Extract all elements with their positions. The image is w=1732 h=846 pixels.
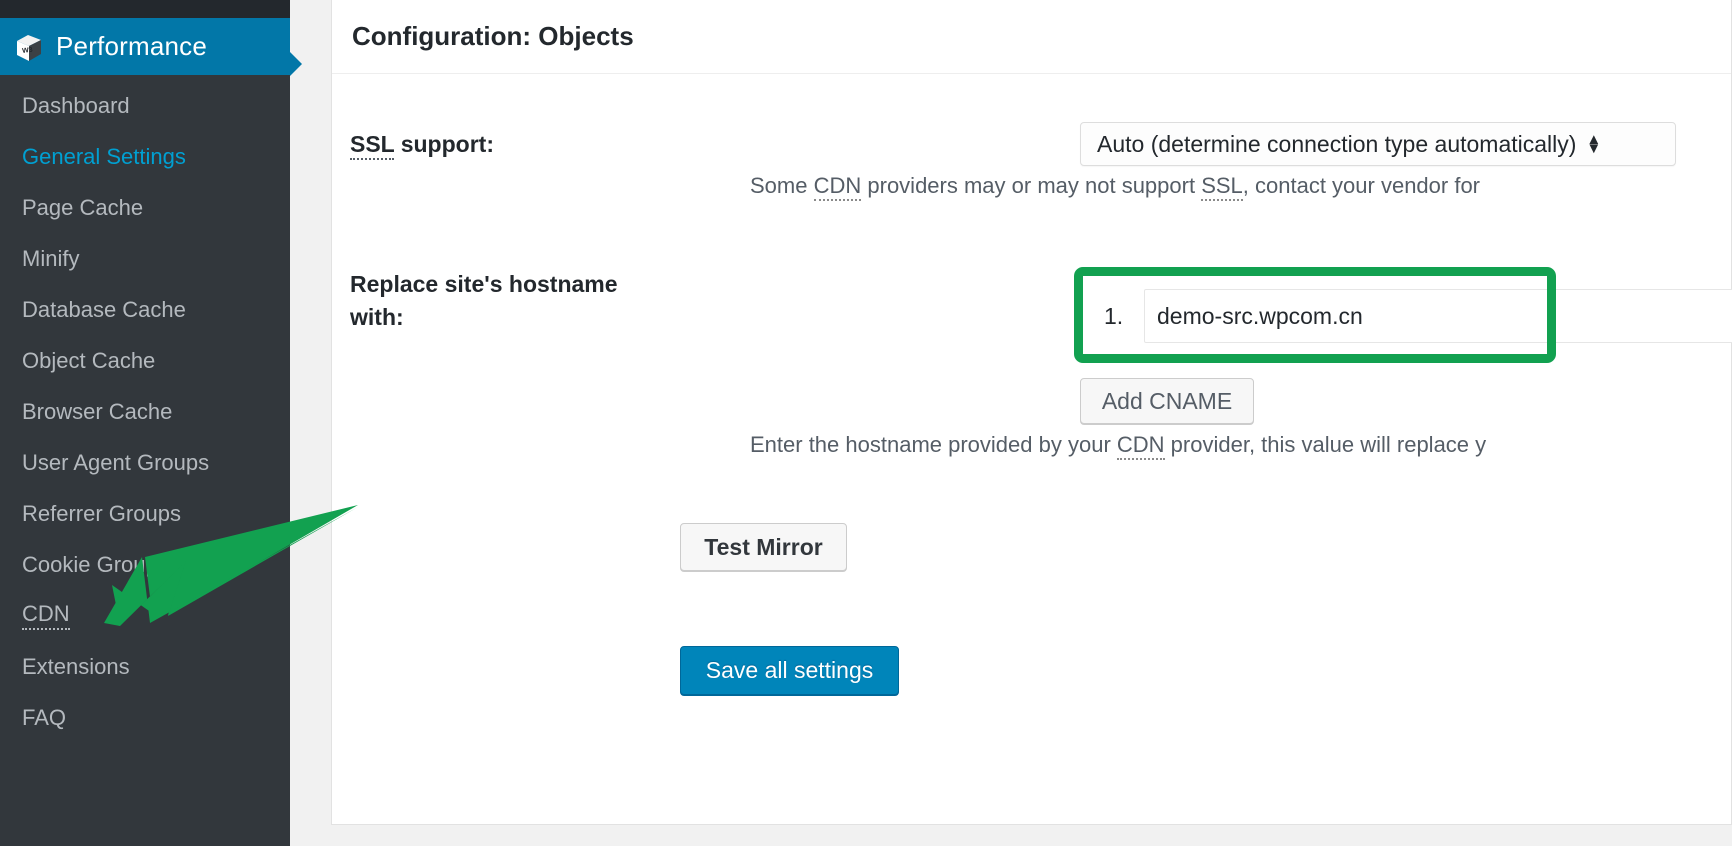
sidebar-item-page-cache[interactable]: Page Cache	[0, 182, 290, 233]
sidebar-item-browser-cache[interactable]: Browser Cache	[0, 386, 290, 437]
sidebar-top-strip	[0, 0, 290, 18]
svg-text:W3: W3	[22, 46, 33, 54]
sidebar-brand-label: Performance	[56, 31, 208, 61]
sidebar-item-label: Browser Cache	[22, 398, 173, 424]
ssl-support-help: Some CDN providers may or may not suppor…	[750, 173, 1481, 201]
ssl-support-label: SSL support:	[350, 128, 494, 161]
page-title: Configuration: Objects	[352, 21, 634, 51]
chevron-updown-icon: ▲ ▼	[1586, 130, 1602, 157]
cdn-abbr: CDN	[1116, 432, 1165, 460]
ssl-help-mid: providers may or may not support	[861, 173, 1202, 198]
test-mirror-button-label: Test Mirror	[704, 533, 823, 560]
sidebar-item-general-settings[interactable]: General Settings	[0, 131, 290, 182]
sidebar-item-label: Referrer Groups	[22, 500, 181, 526]
sidebar-item-label: Minify	[22, 245, 80, 271]
cname-row: 1.	[1080, 288, 1732, 344]
screen-root: W3 Performance Dashboard General Setting…	[0, 0, 1732, 846]
w3-cube-logo-icon: W3	[0, 32, 56, 62]
cname-index-label: 1.	[1104, 302, 1124, 329]
sidebar-item-label: Extensions	[22, 653, 130, 679]
sidebar-item-label: FAQ	[22, 704, 67, 730]
panel-header: Configuration: Objects	[332, 0, 1731, 74]
replace-hostname-label-line1: Replace site's hostname	[350, 271, 618, 297]
sidebar-item-faq[interactable]: FAQ	[0, 692, 290, 743]
settings-panel: Configuration: Objects SSL support: Auto…	[331, 0, 1732, 825]
ssl-support-select[interactable]: Auto (determine connection type automati…	[1080, 122, 1676, 166]
sidebar-item-label: Database Cache	[22, 296, 186, 322]
replace-hostname-label-line2: with:	[350, 304, 404, 331]
sidebar-item-label: CDN	[22, 601, 70, 630]
sidebar-item-user-agent-groups[interactable]: User Agent Groups	[0, 437, 290, 488]
sidebar-item-label: Cookie Groups	[22, 551, 169, 577]
ssl-help-pre: Some	[750, 173, 814, 198]
cname-help: Enter the hostname provided by your CDN …	[750, 432, 1487, 460]
cname-hostname-input[interactable]	[1144, 289, 1732, 343]
sidebar-item-cdn[interactable]: CDN	[0, 590, 290, 641]
sidebar-item-label: General Settings	[22, 143, 186, 169]
ssl-support-selected-value: Auto (determine connection type automati…	[1097, 130, 1577, 157]
add-cname-button-label: Add CNAME	[1101, 387, 1233, 414]
cname-help-pre: Enter the hostname provided by your	[750, 432, 1117, 457]
replace-hostname-label: Replace site's hostname with:	[350, 268, 680, 335]
sidebar-brand-pointer	[290, 52, 302, 76]
sidebar: W3 Performance Dashboard General Setting…	[0, 0, 302, 846]
ssl-abbr: SSL	[350, 131, 395, 160]
sidebar-menu: Dashboard General Settings Page Cache Mi…	[0, 80, 290, 743]
sidebar-item-object-cache[interactable]: Object Cache	[0, 335, 290, 386]
cdn-abbr: CDN	[813, 173, 862, 201]
sidebar-brand-performance[interactable]: W3 Performance	[0, 18, 302, 76]
sidebar-item-database-cache[interactable]: Database Cache	[0, 284, 290, 335]
save-all-settings-button[interactable]: Save all settings	[680, 646, 899, 695]
sidebar-item-label: Page Cache	[22, 194, 144, 220]
ssl-label-rest: support:	[394, 131, 494, 157]
cname-help-post: provider, this value will replace y	[1164, 432, 1487, 457]
sidebar-item-dashboard[interactable]: Dashboard	[0, 80, 290, 131]
content-area: Configuration: Objects SSL support: Auto…	[290, 0, 1732, 846]
sidebar-item-cookie-groups[interactable]: Cookie Groups	[0, 539, 290, 590]
sidebar-item-label: User Agent Groups	[22, 449, 210, 475]
add-cname-button[interactable]: Add CNAME	[1080, 378, 1254, 424]
save-all-settings-label: Save all settings	[705, 657, 874, 683]
ssl-help-post: , contact your vendor for	[1242, 173, 1481, 198]
sidebar-item-label: Object Cache	[22, 347, 156, 373]
sidebar-item-minify[interactable]: Minify	[0, 233, 290, 284]
sidebar-item-referrer-groups[interactable]: Referrer Groups	[0, 488, 290, 539]
sidebar-item-label: Dashboard	[22, 92, 130, 118]
test-mirror-button[interactable]: Test Mirror	[680, 523, 847, 571]
ssl-abbr: SSL	[1201, 173, 1243, 201]
sidebar-item-extensions[interactable]: Extensions	[0, 641, 290, 692]
